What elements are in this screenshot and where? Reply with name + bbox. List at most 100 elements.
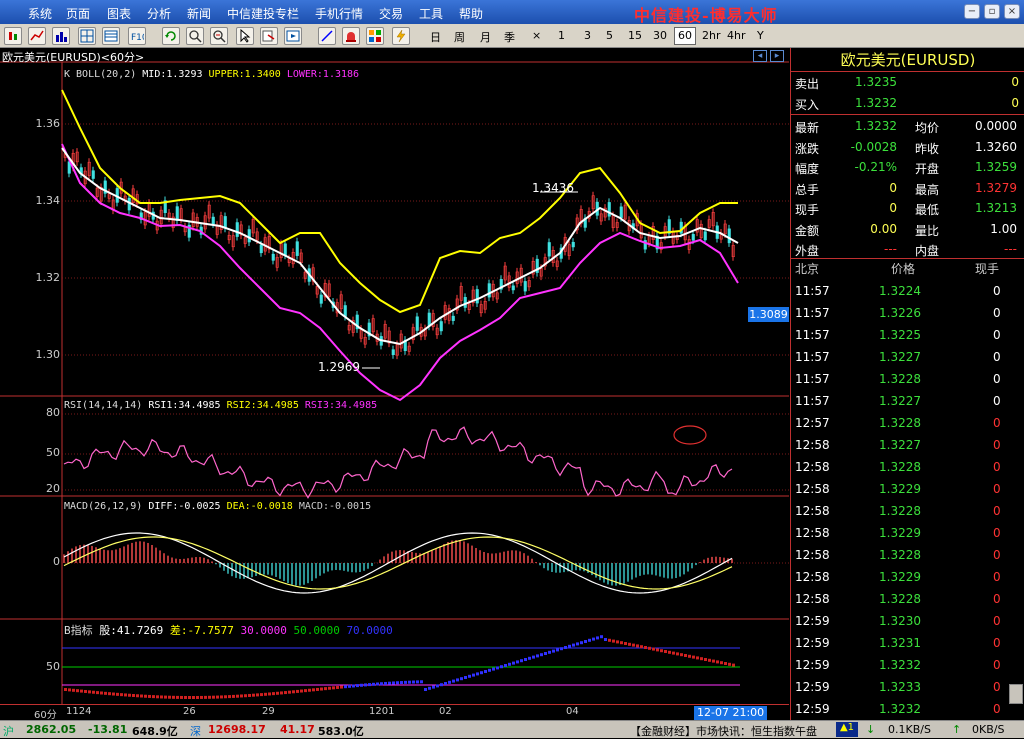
tick-price: 1.3227	[879, 350, 921, 364]
tick-vol: 0	[993, 570, 1001, 584]
tick-price: 1.3229	[879, 526, 921, 540]
tick-vol: 0	[993, 526, 1001, 540]
quote-label: 总手	[795, 182, 820, 197]
table-icon[interactable]	[102, 27, 120, 45]
boll-lower: LOWER:1.3186	[286, 69, 360, 80]
tick-time: 12:58	[795, 548, 830, 562]
tick-row: 12:57 1.3228 0	[791, 412, 1024, 434]
period-day[interactable]: 日	[430, 29, 441, 45]
period-multi[interactable]: ×	[532, 29, 541, 42]
tick-time: 12:58	[795, 504, 830, 518]
period-3[interactable]: 3	[584, 29, 591, 42]
tick-vol: 0	[993, 548, 1001, 562]
quote-value: -0.0028	[850, 139, 897, 154]
menu-mobile[interactable]: 手机行情	[315, 5, 363, 22]
tick-time: 12:59	[795, 702, 830, 716]
alert-icon[interactable]: ▲1	[836, 722, 858, 737]
tick-row: 12:58 1.3229 0	[791, 566, 1024, 588]
rsi-tick-20: 20	[46, 482, 60, 495]
period-quarter[interactable]: 季	[504, 29, 515, 45]
refresh-icon[interactable]	[162, 27, 180, 45]
brand-title: 中信建投-博易大师	[634, 6, 778, 25]
menu-help[interactable]: 帮助	[459, 5, 483, 22]
menu-system[interactable]: 系统	[28, 5, 52, 22]
tick-vol: 0	[993, 504, 1001, 518]
tick-vol: 0	[993, 284, 1001, 298]
portfolio-icon[interactable]	[366, 27, 384, 45]
quote-title: 欧元美元(EURUSD)	[791, 48, 1024, 72]
down-arrow-icon: ↓	[866, 723, 876, 736]
chart-area[interactable]: 欧元美元(EURUSD)<60分> ◂ ▸ K BOLL(20,2) MID:1…	[0, 48, 789, 720]
quote-panel: 欧元美元(EURUSD) 卖出 1.3235 0 买入 1.3232 0 最新 1…	[790, 48, 1024, 720]
period-2hr[interactable]: 2hr	[702, 29, 721, 42]
tick-price: 1.3232	[879, 702, 921, 716]
period-month[interactable]: 月	[480, 29, 491, 45]
draw-icon[interactable]	[318, 27, 336, 45]
rsi-tick-50: 50	[46, 446, 60, 459]
scroll-left-icon[interactable]: ◂	[753, 50, 767, 62]
period-5[interactable]: 5	[606, 29, 613, 42]
b-line1: 30.0000	[240, 624, 287, 637]
tick-row: 12:58 1.3228 0	[791, 500, 1024, 522]
quote-value: ---	[1004, 242, 1017, 256]
menu-news[interactable]: 新闻	[187, 5, 211, 22]
news-ticker[interactable]: 【金融财经】市场快讯：恒生指数午盘	[630, 723, 817, 739]
menu-tools[interactable]: 工具	[419, 5, 443, 22]
kline-icon[interactable]	[4, 27, 22, 45]
pointer-icon[interactable]	[236, 27, 254, 45]
sz-label: 深	[190, 725, 201, 738]
period-15[interactable]: 15	[628, 29, 642, 42]
menu-trade[interactable]: 交易	[379, 5, 403, 22]
rsi2: RSI2:34.4985	[226, 400, 299, 411]
grid-icon[interactable]	[78, 27, 96, 45]
tick-row: 11:57 1.3228 0	[791, 368, 1024, 390]
period-year[interactable]: Y	[757, 29, 764, 42]
tick-row: 12:58 1.3228 0	[791, 588, 1024, 610]
tick-time: 11:57	[795, 284, 830, 298]
quote-value: 0.00	[870, 221, 897, 236]
tick-time: 12:58	[795, 526, 830, 540]
minimize-icon[interactable]: −	[964, 4, 980, 19]
menu-column[interactable]: 中信建投专栏	[227, 5, 299, 22]
menu-analysis[interactable]: 分析	[147, 5, 171, 22]
close-icon[interactable]: ×	[1004, 4, 1020, 19]
quote-value: 0.0000	[975, 119, 1017, 133]
boll-mid: MID:1.3293	[142, 69, 203, 80]
date-tick-3: 29	[262, 706, 275, 717]
menu-page[interactable]: 页面	[66, 5, 90, 22]
status-bar: 沪 2862.05 -13.81 648.9亿 深 12698.17 41.17…	[0, 720, 1024, 738]
f10-icon[interactable]: F10	[128, 27, 146, 45]
alarm-icon[interactable]	[342, 27, 360, 45]
restore-icon[interactable]: ▫	[984, 4, 1000, 19]
tick-scrollbar[interactable]	[1009, 684, 1023, 704]
trend-icon[interactable]	[28, 27, 46, 45]
export-icon[interactable]	[284, 27, 302, 45]
menu-chart[interactable]: 图表	[107, 5, 131, 22]
period-1[interactable]: 1	[558, 29, 565, 42]
tick-head-time: 北京	[795, 262, 820, 276]
bar-icon[interactable]	[52, 27, 70, 45]
tick-row: 11:57 1.3227 0	[791, 346, 1024, 368]
sell-label: 卖出	[795, 77, 820, 91]
tick-row: 12:59 1.3232 0	[791, 654, 1024, 676]
date-tick-4: 1201	[369, 706, 395, 717]
chart-canvas[interactable]	[0, 48, 789, 720]
period-60-selected[interactable]: 60	[674, 27, 696, 45]
scroll-right-icon[interactable]: ▸	[770, 50, 784, 62]
period-4hr[interactable]: 4hr	[727, 29, 746, 42]
tick-price: 1.3228	[879, 416, 921, 430]
tick-time: 11:57	[795, 328, 830, 342]
jump-icon[interactable]	[260, 27, 278, 45]
zoom-out-icon[interactable]	[210, 27, 228, 45]
tick-head-price: 价格	[891, 262, 916, 276]
lightning-icon[interactable]	[392, 27, 410, 45]
tick-price: 1.3230	[879, 614, 921, 628]
quote-label: 最高	[915, 182, 940, 197]
quote-label: 内盘	[915, 244, 940, 258]
period-week[interactable]: 周	[454, 29, 465, 45]
quote-value: 1.00	[990, 221, 1017, 236]
rsi3: RSI3:34.4985	[304, 400, 378, 411]
zoom-in-icon[interactable]	[186, 27, 204, 45]
x-axis: 60分 1124 26 29 1201 02 04 12-07 21:00	[0, 704, 789, 721]
period-30[interactable]: 30	[653, 29, 667, 42]
